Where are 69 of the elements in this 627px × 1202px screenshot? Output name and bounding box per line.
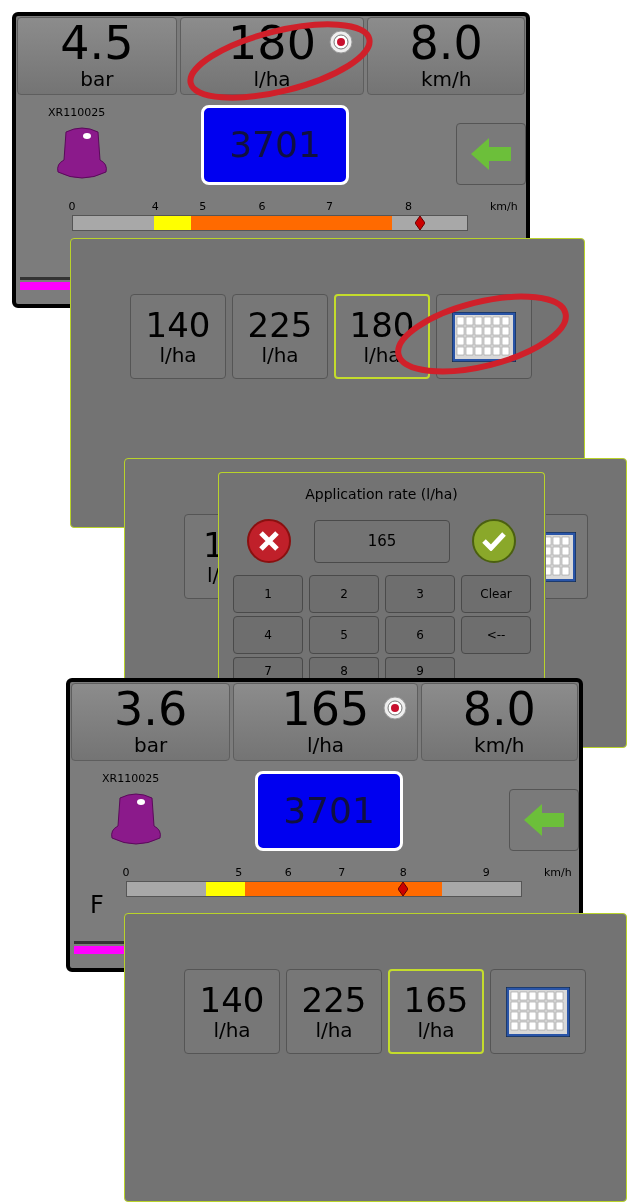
readout-unit: km/h bbox=[474, 734, 525, 756]
flow-label: F bbox=[90, 890, 104, 921]
readout-tile[interactable]: 8.0 km/h bbox=[367, 17, 525, 95]
keypad-key[interactable]: 3 bbox=[385, 575, 455, 613]
tick-label: 5 bbox=[235, 865, 243, 881]
tick-label: 4 bbox=[151, 199, 159, 215]
readout-unit: l/ha bbox=[306, 734, 345, 756]
readout-value: 8.0 bbox=[462, 684, 536, 734]
checkmark-icon bbox=[482, 531, 507, 551]
tick-label: 7 bbox=[325, 199, 333, 215]
readout-unit: km/h bbox=[420, 68, 472, 90]
readout-value: 165 bbox=[281, 684, 370, 734]
preset-button[interactable]: 225 l/ha bbox=[232, 294, 328, 379]
back-button[interactable] bbox=[509, 789, 579, 851]
readout-tile[interactable]: 3.6 bar bbox=[71, 683, 231, 761]
section-number: 3701 bbox=[229, 123, 321, 167]
tick-label: 8 bbox=[399, 865, 407, 881]
arrow-left-icon bbox=[469, 136, 513, 172]
keypad-key[interactable]: 6 bbox=[385, 616, 455, 654]
readout-value: 8.0 bbox=[409, 18, 483, 68]
close-icon bbox=[257, 530, 280, 552]
keypad-key[interactable]: 9 bbox=[385, 657, 455, 678]
readout-value: 3.6 bbox=[114, 684, 188, 734]
dialog-title: Application rate (l/ha) bbox=[305, 485, 458, 504]
nozzle-label: XR110025 bbox=[48, 105, 106, 121]
keyboard-button[interactable] bbox=[490, 969, 586, 1054]
keypad-key[interactable]: 1 bbox=[233, 575, 303, 613]
keyboard-icon bbox=[546, 531, 576, 582]
preset-button[interactable]: 140 l/ha bbox=[184, 969, 280, 1054]
keyboard-icon bbox=[506, 986, 570, 1037]
tick-label: 0 bbox=[122, 865, 130, 881]
preset-button[interactable]: 140 l/ha bbox=[130, 294, 226, 379]
scale-unit: km/h bbox=[490, 199, 518, 215]
confirm-button[interactable] bbox=[472, 519, 516, 563]
preset-button[interactable]: 225 l/ha bbox=[286, 969, 382, 1054]
readout-unit: l/ha bbox=[253, 68, 291, 90]
keyboard-icon bbox=[452, 311, 516, 362]
arrow-left-icon bbox=[522, 802, 566, 838]
section-number: 3701 bbox=[283, 789, 375, 833]
tick-label: 8 bbox=[405, 199, 413, 215]
tick-label: 6 bbox=[284, 865, 292, 881]
keypad-key[interactable]: 8 bbox=[309, 657, 379, 678]
back-button[interactable] bbox=[456, 123, 526, 185]
readout-tile[interactable]: 4.5 bar bbox=[17, 17, 177, 95]
value-text: 165 bbox=[367, 530, 397, 552]
keypad-key[interactable]: 7 bbox=[233, 657, 303, 678]
tick-label: 7 bbox=[338, 865, 346, 881]
preset-button[interactable]: 165 l/ha bbox=[388, 969, 484, 1054]
keypad-key[interactable]: <-- bbox=[461, 616, 531, 654]
scale-unit: km/h bbox=[544, 865, 572, 881]
tick-label: 5 bbox=[199, 199, 207, 215]
readout-value: 4.5 bbox=[60, 18, 134, 68]
keyboard-button[interactable] bbox=[546, 514, 588, 599]
keypad-key[interactable]: 4 bbox=[233, 616, 303, 654]
readout-unit: bar bbox=[134, 734, 168, 756]
target-icon bbox=[382, 696, 407, 720]
tick-label: 0 bbox=[68, 199, 76, 215]
keypad-key[interactable]: Clear bbox=[461, 575, 531, 613]
readout-tile[interactable]: 8.0 km/h bbox=[420, 683, 578, 761]
keypad-key[interactable]: 5 bbox=[309, 616, 379, 654]
value-field[interactable]: 165 bbox=[313, 519, 451, 563]
readout-unit: bar bbox=[80, 68, 114, 90]
tick-label: 6 bbox=[258, 199, 266, 215]
target-icon bbox=[329, 30, 354, 54]
tick-label: 9 bbox=[482, 865, 490, 881]
readout-tile[interactable]: 165 l/ha bbox=[233, 683, 418, 761]
nozzle-label: XR110025 bbox=[102, 771, 160, 787]
keypad-key[interactable]: 2 bbox=[309, 575, 379, 613]
cancel-button[interactable] bbox=[247, 519, 291, 563]
